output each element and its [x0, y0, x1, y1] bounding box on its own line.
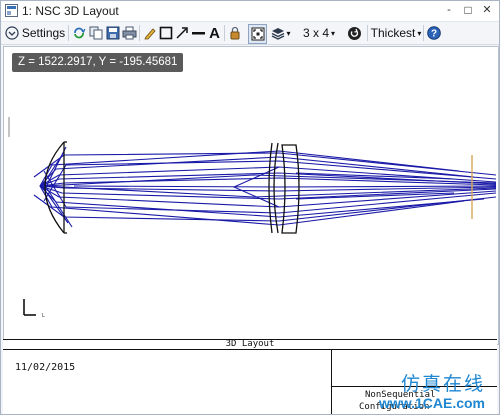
lock-button[interactable] — [227, 24, 243, 42]
pencil-button[interactable] — [142, 24, 157, 42]
maximize-button[interactable]: □ — [460, 3, 476, 18]
toolbar-separator — [139, 25, 140, 41]
text-button[interactable]: A — [207, 24, 222, 42]
nsc-3d-layout-window: 1: NSC 3D Layout - □ ✕ Settings A ▾ 3 x … — [0, 0, 500, 415]
close-button[interactable]: ✕ — [479, 3, 495, 18]
refresh-button[interactable] — [71, 24, 87, 42]
caret-down-icon: ▾ — [286, 28, 291, 38]
toolbar-separator — [367, 25, 368, 41]
save-button[interactable] — [105, 24, 121, 42]
window-app-icon — [5, 4, 18, 17]
refresh-icon — [74, 27, 86, 39]
watermark: 仿真在线 www.1CAE.com — [379, 369, 485, 413]
arrow-icon — [175, 27, 188, 39]
chevron-down-icon — [5, 26, 19, 40]
rectangle-button[interactable] — [158, 24, 173, 42]
svg-text:?: ? — [431, 29, 437, 40]
layers-dropdown[interactable]: ▾ — [269, 24, 293, 42]
fit-view-button[interactable] — [248, 24, 267, 44]
rotate-button[interactable] — [346, 24, 363, 42]
line-thickness-label: Thickest — [370, 26, 416, 40]
line-icon — [191, 32, 205, 35]
axis-marker: L — [23, 299, 45, 319]
line-button[interactable] — [190, 24, 206, 42]
pencil-icon — [143, 28, 156, 40]
caret-down-icon: ▾ — [417, 28, 422, 38]
window-title: 1: NSC 3D Layout — [22, 4, 119, 18]
toolbar-separator — [224, 25, 225, 41]
fit-view-icon — [251, 27, 264, 41]
layout-grid-label: 3 x 4 — [302, 26, 329, 40]
settings-button[interactable]: Settings — [4, 24, 66, 42]
layout-canvas[interactable]: Z = 1522.2917, Y = -195.45681 L — [3, 46, 499, 345]
settings-label: Settings — [21, 26, 66, 40]
print-icon — [122, 26, 136, 40]
ray-bundle — [33, 146, 497, 228]
title-bar[interactable]: 1: NSC 3D Layout - □ ✕ — [1, 1, 499, 22]
watermark-chinese: 仿真在线 — [400, 373, 485, 395]
toolbar: Settings A ▾ 3 x 4 ▾ Thickest ▾ ? — [1, 22, 499, 45]
copy-icon — [89, 26, 102, 40]
help-icon: ? — [427, 26, 441, 40]
optical-layout-drawing: L — [8, 117, 497, 319]
watermark-url: www.1CAE.com — [378, 395, 485, 411]
save-icon — [106, 26, 120, 40]
toolbar-separator — [68, 25, 69, 41]
axis-marker-label: L — [42, 313, 45, 319]
text-icon: A — [209, 24, 220, 42]
line-thickness-dropdown[interactable]: Thickest ▾ — [370, 24, 422, 42]
caret-down-icon: ▾ — [331, 28, 336, 38]
layers-icon — [272, 28, 285, 40]
toolbar-separator — [423, 25, 424, 41]
info-divider — [331, 350, 332, 414]
lock-icon — [230, 26, 240, 40]
arrow-button[interactable] — [174, 24, 189, 42]
rectangle-icon — [159, 26, 172, 40]
layout-grid-dropdown[interactable]: 3 x 4 ▾ — [297, 24, 341, 42]
layout-title: 3D Layout — [3, 340, 497, 350]
rotate-icon — [348, 26, 361, 40]
print-button[interactable] — [121, 24, 137, 42]
minimize-button[interactable]: - — [441, 3, 457, 18]
help-button[interactable]: ? — [426, 24, 442, 42]
copy-button[interactable] — [88, 24, 104, 42]
layout-date: 11/02/2015 — [15, 362, 76, 373]
